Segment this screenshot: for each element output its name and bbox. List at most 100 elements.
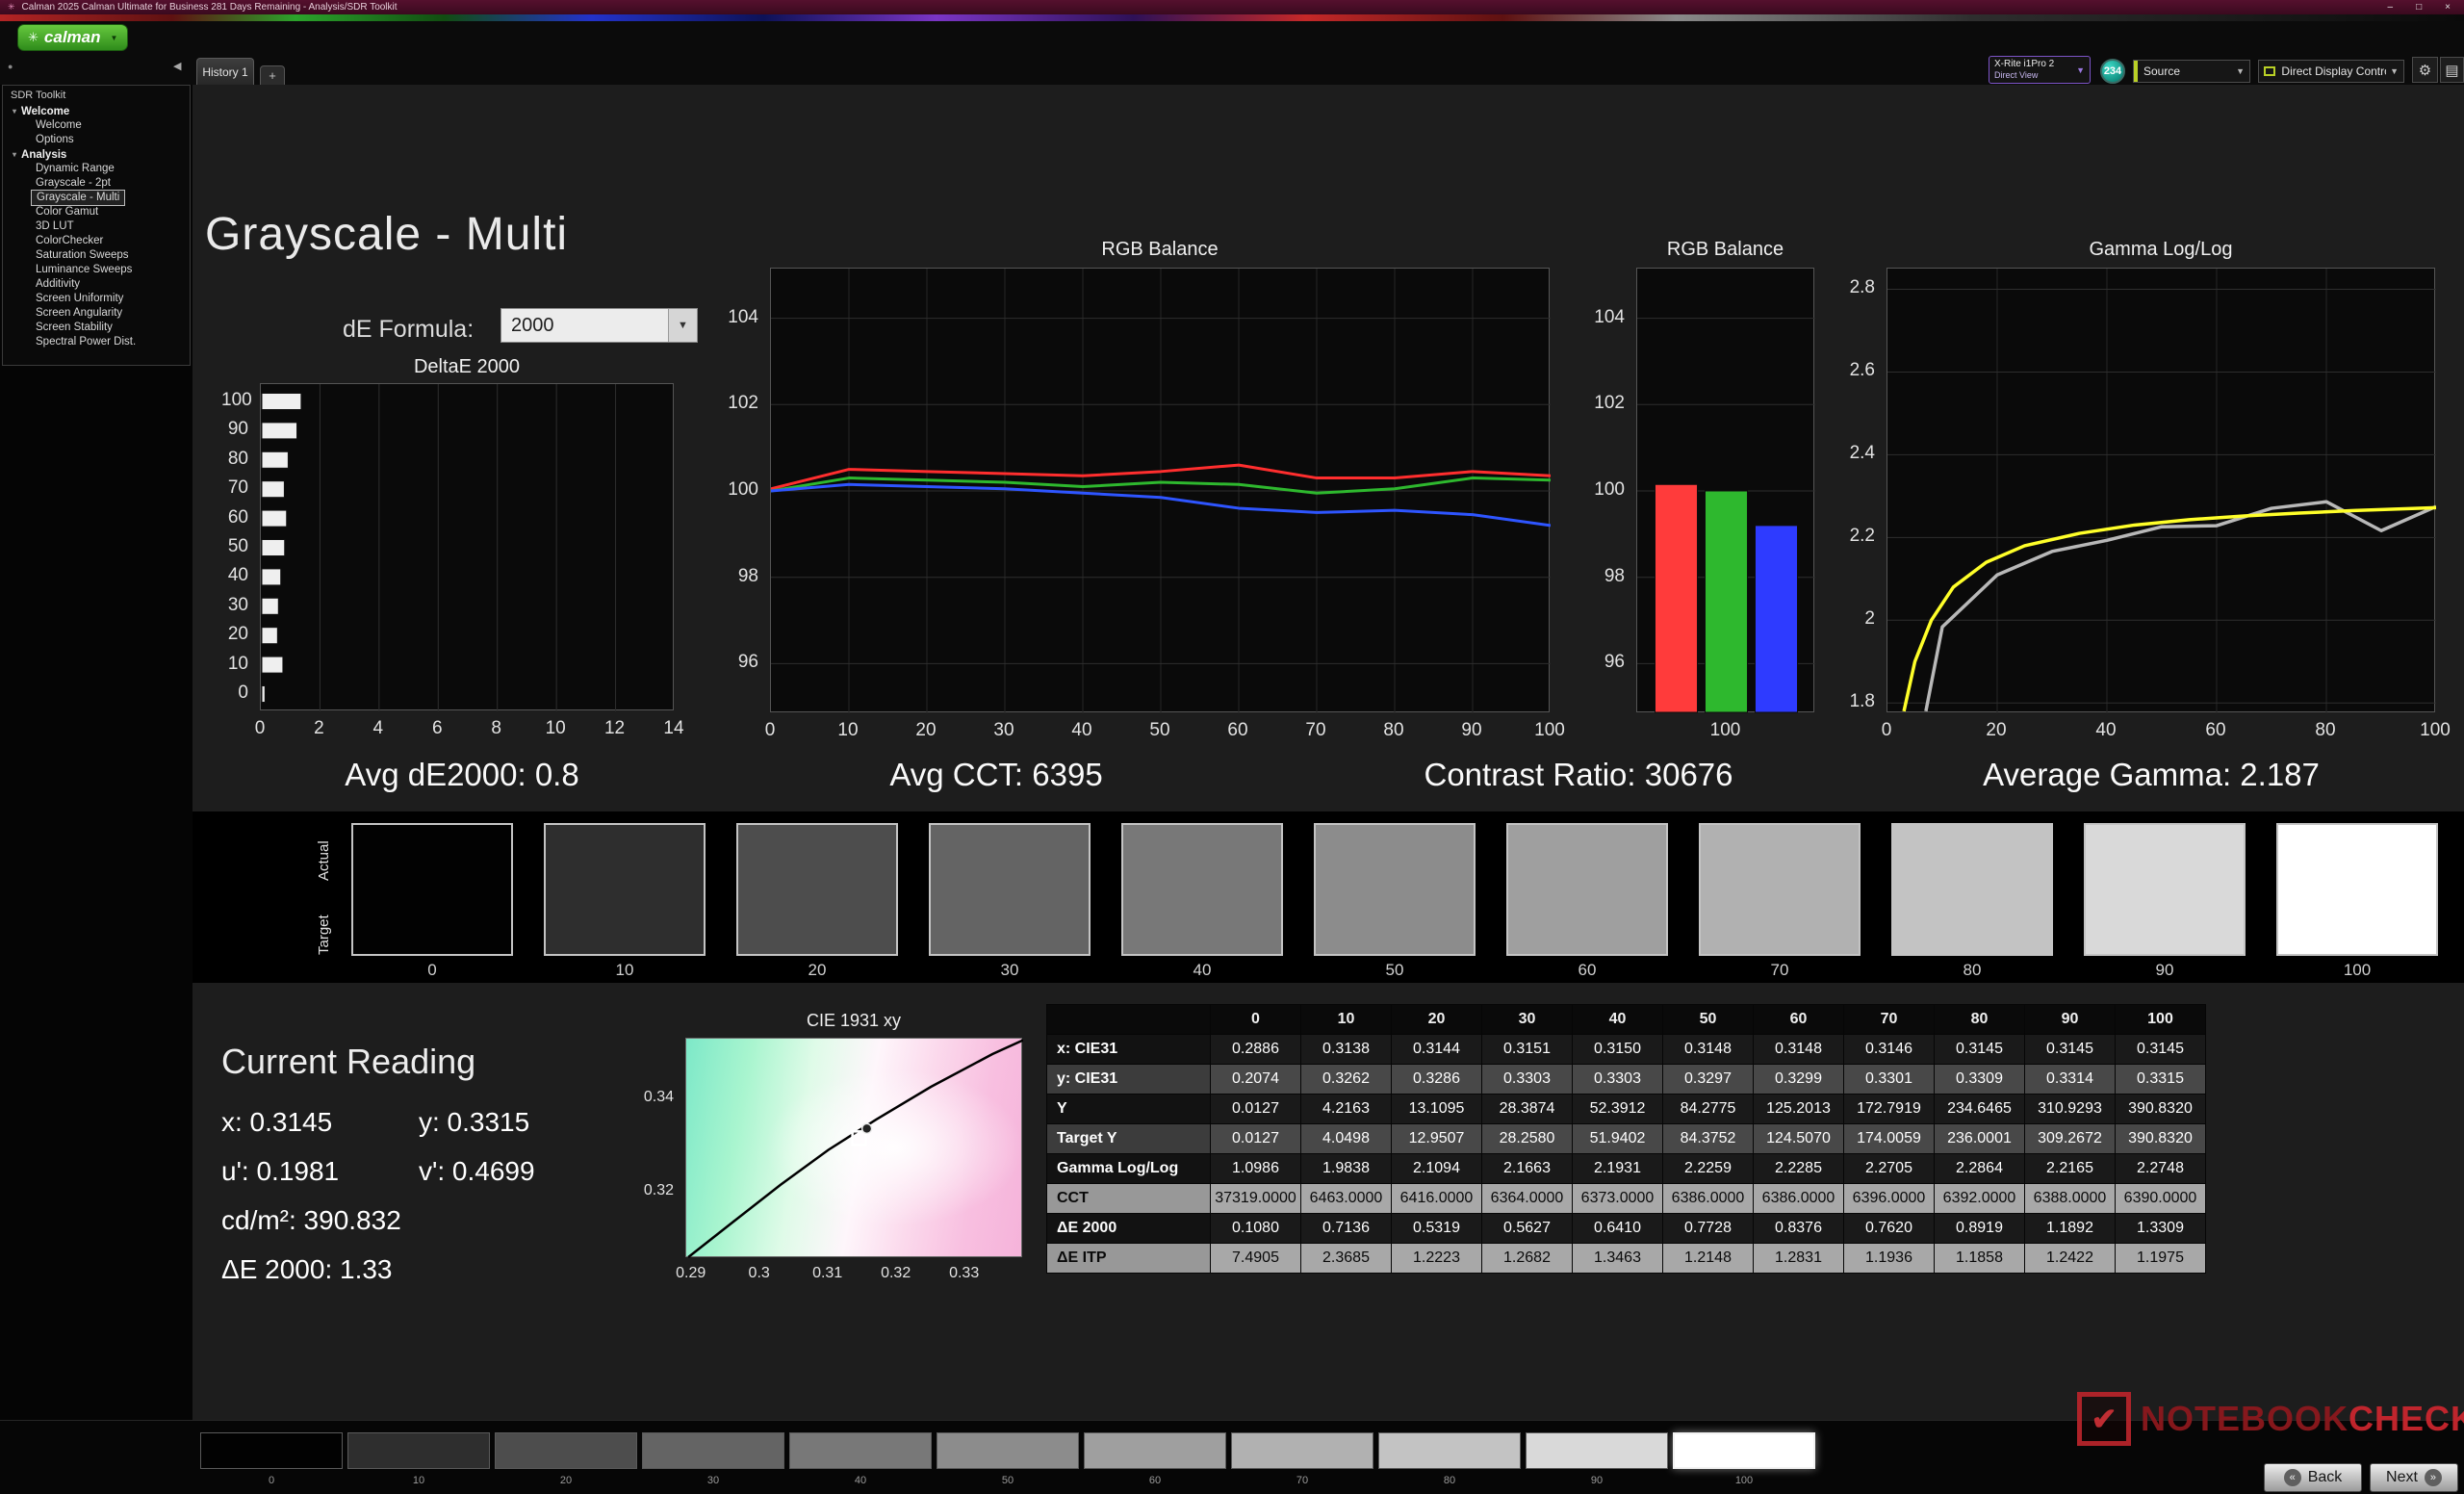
sidebar-item-screen-uniformity[interactable]: Screen Uniformity	[3, 292, 190, 306]
table-cell: 0.3145	[2116, 1035, 2206, 1065]
table-cell: 6396.0000	[1844, 1184, 1935, 1214]
pattern-button-50[interactable]	[937, 1432, 1079, 1469]
y-tick-label: 30	[221, 595, 248, 616]
back-button[interactable]: « Back	[2264, 1463, 2362, 1492]
tree-group-analysis[interactable]: ▾Analysis	[3, 147, 190, 162]
pattern-button-label: 10	[347, 1475, 490, 1486]
source-dropdown[interactable]: Source ▼	[2133, 60, 2250, 83]
minimize-icon[interactable]: –	[2388, 2, 2394, 13]
toolkit-menu-icon[interactable]: ●	[8, 62, 13, 71]
chart-title: CIE 1931 xy	[685, 1011, 1022, 1031]
next-button[interactable]: Next »	[2370, 1463, 2458, 1492]
table-column-header: 50	[1663, 1005, 1754, 1035]
sidebar-item-dynamic-range[interactable]: Dynamic Range	[3, 162, 190, 176]
tree-group-welcome[interactable]: ▾Welcome	[3, 104, 190, 118]
reading-de2000: ΔE 2000: 1.33	[221, 1254, 393, 1284]
pattern-button-30[interactable]	[642, 1432, 784, 1469]
y-tick-label: 0.34	[624, 1089, 674, 1106]
sidebar-title: SDR Toolkit	[3, 86, 190, 104]
sidebar-item-3d-lut[interactable]: 3D LUT	[3, 219, 190, 234]
settings-button[interactable]: ⚙	[2412, 57, 2438, 83]
meter-profile-button[interactable]: X-Rite i1Pro 2 Direct View ▼	[1989, 56, 2091, 84]
swatch-level-label: 90	[2084, 961, 2246, 980]
tab-history-1[interactable]: History 1	[196, 58, 254, 85]
row-label: ΔE ITP	[1047, 1244, 1211, 1274]
sidebar-item-welcome[interactable]: Welcome	[3, 118, 190, 133]
pattern-button-20[interactable]	[495, 1432, 637, 1469]
sidebar-item-screen-stability[interactable]: Screen Stability	[3, 321, 190, 335]
display-control-dropdown[interactable]: Direct Display Control ▼	[2258, 60, 2404, 83]
table-cell: 1.3309	[2116, 1214, 2206, 1244]
pattern-button-90[interactable]	[1526, 1432, 1668, 1469]
maximize-icon[interactable]: □	[2416, 2, 2422, 13]
y-tick-label: 1.8	[1822, 691, 1875, 712]
table-cell: 2.2165	[2025, 1154, 2116, 1184]
sidebar-item-grayscale-multi[interactable]: Grayscale - Multi	[32, 191, 124, 205]
pattern-button-100[interactable]	[1673, 1432, 1815, 1469]
pattern-button-80[interactable]	[1378, 1432, 1521, 1469]
table-cell: 124.5070	[1754, 1124, 1844, 1154]
workspace-layout-button[interactable]: ▤	[2440, 57, 2464, 83]
calman-menu-button[interactable]: ✳ calman ▼	[17, 24, 128, 51]
y-tick-label: 98	[1583, 566, 1625, 587]
table-cell: 234.6465	[1935, 1095, 2025, 1124]
deltae-bar-90	[262, 423, 297, 439]
sidebar-item-color-gamut[interactable]: Color Gamut	[3, 205, 190, 219]
table-cell: 1.2148	[1663, 1244, 1754, 1274]
reading-v-prime: v': 0.4699	[419, 1156, 535, 1186]
tree-collapse-icon[interactable]: ▾	[13, 107, 16, 116]
deltae-bar-100	[262, 394, 301, 410]
table-column-header: 80	[1935, 1005, 2025, 1035]
back-label: Back	[2308, 1469, 2343, 1486]
pattern-button-0[interactable]	[200, 1432, 343, 1469]
swatch-level-label: 80	[1891, 961, 2053, 980]
deltae-bar-50	[262, 540, 285, 556]
pattern-button-10[interactable]	[347, 1432, 490, 1469]
grayscale-swatch-strip: Actual Target 0102030405060708090100	[192, 811, 2464, 983]
sidebar-item-spectral-power-dist[interactable]: Spectral Power Dist.	[3, 335, 190, 349]
table-cell: 390.8320	[2116, 1124, 2206, 1154]
x-tick-label: 14	[663, 718, 683, 739]
table-cell: 2.1094	[1392, 1154, 1482, 1184]
table-cell: 172.7919	[1844, 1095, 1935, 1124]
grayscale-swatch-50	[1314, 823, 1476, 956]
sidebar-item-grayscale-2pt[interactable]: Grayscale - 2pt	[3, 176, 190, 191]
x-tick-label: 40	[2095, 720, 2116, 741]
table-cell: 1.1975	[2116, 1244, 2206, 1274]
sidebar-tree: ▾WelcomeWelcomeOptions▾AnalysisDynamic R…	[3, 104, 190, 349]
chevron-double-left-icon: «	[2284, 1469, 2301, 1486]
pattern-button-40[interactable]	[789, 1432, 932, 1469]
pattern-button-70[interactable]	[1231, 1432, 1373, 1469]
table-cell: 0.3146	[1844, 1035, 1935, 1065]
table-cell: 0.7620	[1844, 1214, 1935, 1244]
table-row-e-itp: ΔE ITP7.49052.36851.22231.26821.34631.21…	[1047, 1244, 2206, 1274]
table-cell: 7.4905	[1211, 1244, 1301, 1274]
add-tab-button[interactable]: +	[260, 65, 285, 85]
sidebar-item-options[interactable]: Options	[3, 133, 190, 147]
deltae-bar-20	[262, 628, 277, 644]
y-tick-label: 2	[1822, 608, 1875, 630]
swatch-level-label: 20	[736, 961, 898, 980]
de-formula-dropdown[interactable]: 2000 ▼	[500, 308, 698, 343]
sidebar-item-screen-angularity[interactable]: Screen Angularity	[3, 306, 190, 321]
sidebar-item-additivity[interactable]: Additivity	[3, 277, 190, 292]
table-cell: 84.3752	[1663, 1124, 1754, 1154]
delta_e-canvas	[261, 384, 675, 711]
sidebar-item-luminance-sweeps[interactable]: Luminance Sweeps	[3, 263, 190, 277]
table-cell: 1.3463	[1573, 1244, 1663, 1274]
swatch-level-label: 60	[1506, 961, 1668, 980]
actual-row-label: Actual	[316, 825, 332, 896]
collapse-sidebar-icon[interactable]: ◀	[173, 60, 181, 72]
sidebar-item-colorchecker[interactable]: ColorChecker	[3, 234, 190, 248]
pattern-button-label: 0	[200, 1475, 343, 1486]
daylight-locus-curve	[688, 1041, 1023, 1258]
close-icon[interactable]: ×	[2445, 2, 2451, 13]
pattern-button-60[interactable]	[1084, 1432, 1226, 1469]
sidebar-item-saturation-sweeps[interactable]: Saturation Sweeps	[3, 248, 190, 263]
x-tick-label: 60	[1227, 720, 1247, 741]
table-column-header: 20	[1392, 1005, 1482, 1035]
tree-collapse-icon[interactable]: ▾	[13, 150, 16, 159]
grayscale-swatch-60	[1506, 823, 1668, 956]
y-tick-label: 10	[221, 654, 248, 675]
y-tick-label: 50	[221, 536, 248, 557]
